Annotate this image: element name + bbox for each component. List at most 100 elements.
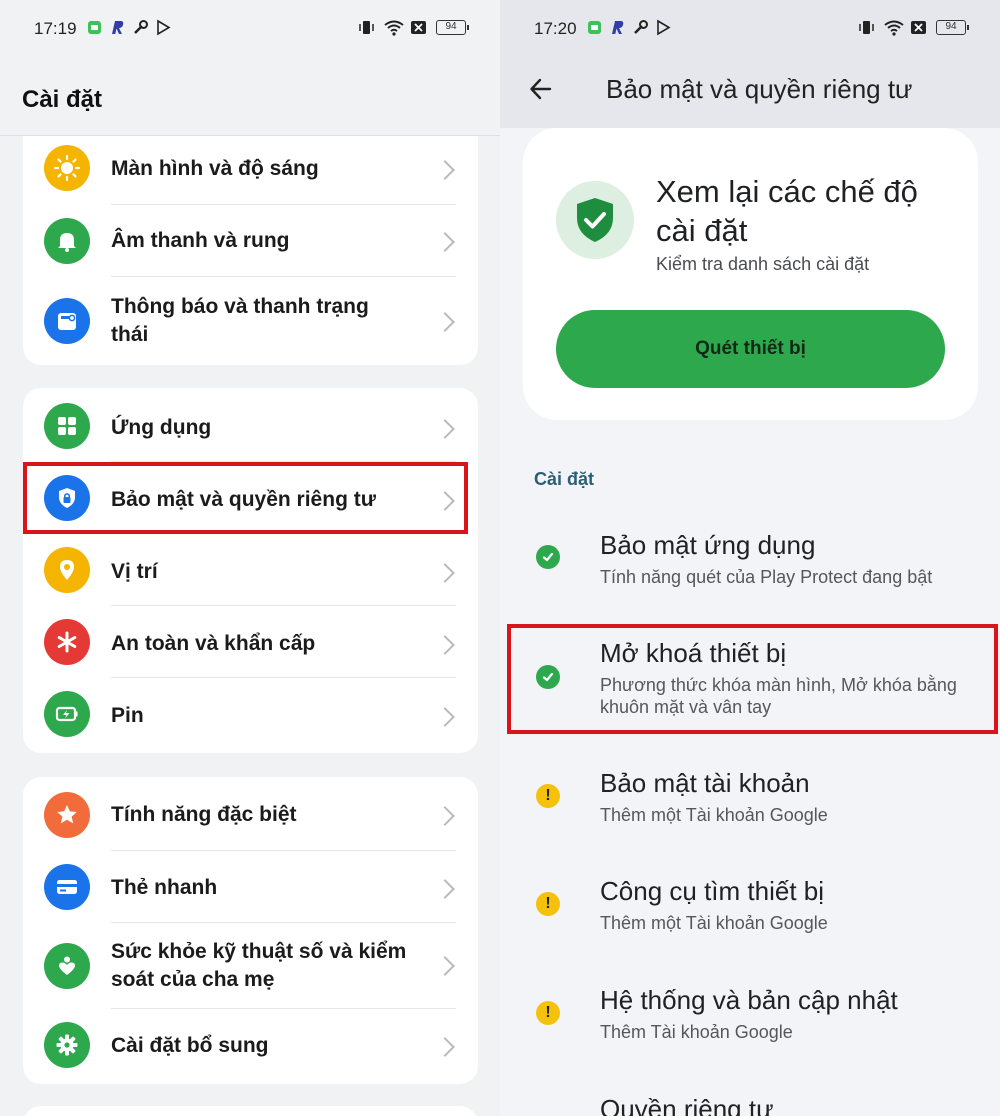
scan-device-button[interactable]: Quét thiết bị [556,310,945,388]
page-title: Cài đặt [22,86,103,113]
app-notification-icon [86,19,103,36]
highlight-box-device-unlock [507,624,998,734]
warning-icon: ! [536,1001,560,1025]
wifi-icon [884,19,904,36]
settings-screen: 17:19 94 Cài đặt Màn hình và độ sáng Âm … [0,0,500,1116]
status-time: 17:20 [534,19,577,38]
hero-title: Xem lại các chế độ cài đặt [656,174,918,248]
warning-icon: ! [536,784,560,808]
status-bar: 17:20 94 [500,0,1000,58]
check-item-title: Hệ thống và bản cập nhật [600,985,898,1015]
setting-item-label: Tính năng đặc biệt [111,803,297,826]
settings-group-3: Tính năng đặc biệt Thẻ nhanh Sức khỏe kỹ… [23,777,478,1084]
battery-icon [44,691,90,737]
notification-icon [44,298,90,344]
settings-group-4 [23,1106,478,1116]
security-privacy-screen: 17:20 94 Bảo mật và quyền riêng tư Xem l… [500,0,1000,1116]
setting-item-special-features[interactable]: Tính năng đặc biệt [23,777,478,851]
setting-item-label: Ứng dụng [111,416,212,439]
setting-item-label: Pin [111,704,144,727]
chevron-right-icon [435,232,455,252]
setting-item-label: Thẻ nhanh [111,876,218,899]
check-item-title: Bảo mật tài khoản [600,768,810,798]
check-item-subtitle: Thêm một Tài khoản Google [600,805,828,825]
setting-item-safety-emergency[interactable]: An toàn và khẩn cấp [23,606,478,678]
check-item-app-security[interactable]: Bảo mật ứng dụng Tính năng quét của Play… [500,520,1000,610]
setting-item-label: An toàn và khẩn cấp [111,632,316,655]
chevron-right-icon [435,1037,455,1057]
check-item-subtitle: Thêm một Tài khoản Google [600,913,828,933]
play-store-icon [655,19,672,36]
setting-item-notifications[interactable]: Thông báo và thanh trạng thái [23,277,478,365]
setting-item-label: Cài đặt bổ sung [111,1034,269,1057]
setting-item-quick-card[interactable]: Thẻ nhanh [23,851,478,923]
setting-item-label: Vị trí [111,560,158,583]
setting-item-sound[interactable]: Âm thanh và rung [23,205,478,277]
wifi-icon [384,19,404,36]
chevron-right-icon [435,635,455,655]
battery-indicator: 94 [936,20,969,35]
chevron-right-icon [435,312,455,332]
location-pin-icon [44,547,90,593]
play-store-icon [155,19,172,36]
setting-item-label: Âm thanh và rung [111,229,290,252]
check-circle-icon [536,545,560,569]
chevron-right-icon [435,806,455,826]
check-item-find-device[interactable]: ! Công cụ tìm thiết bị Thêm một Tài khoả… [500,868,1000,948]
check-item-title: Bảo mật ứng dụng [600,530,816,560]
status-bar: 17:19 94 [0,0,500,58]
setting-item-location[interactable]: Vị trí [23,534,478,606]
setting-item-apps[interactable]: Ứng dụng [23,390,478,462]
system-icons: 94 [858,19,969,36]
notification-icons [86,19,172,36]
battery-indicator: 94 [436,20,469,35]
section-header: Cài đặt [534,469,595,489]
check-item-account-security[interactable]: ! Bảo mật tài khoản Thêm một Tài khoản G… [500,760,1000,840]
card-icon [44,864,90,910]
setting-item-label: Màn hình và độ sáng [111,157,319,180]
setting-item-label: Thông báo và thanh trạng thái [111,295,369,346]
back-arrow-icon[interactable] [528,76,554,102]
wrench-icon [632,19,649,36]
chevron-right-icon [435,879,455,899]
chevron-right-icon [435,160,455,180]
system-icons: 94 [358,19,469,36]
security-review-card: Xem lại các chế độ cài đặt Kiểm tra danh… [523,128,978,420]
app-notification-icon [586,19,603,36]
r-app-icon [609,19,626,36]
check-item-privacy[interactable]: Quyền riêng tư [500,1086,1000,1116]
shield-check-icon [556,181,634,259]
check-item-title: Quyền riêng tư [600,1094,774,1116]
sun-icon [44,145,90,191]
status-time: 17:19 [34,19,77,38]
setting-item-battery[interactable]: Pin [23,678,478,750]
settings-group-2: Ứng dụng Bảo mật và quyền riêng tư Vị tr… [23,388,478,753]
setting-item-display[interactable]: Màn hình và độ sáng [23,136,478,205]
notification-icons [586,19,672,36]
setting-item-digital-wellbeing[interactable]: Sức khỏe kỹ thuật số và kiểm soát của ch… [23,923,478,1009]
asterisk-icon [44,619,90,665]
vibrate-icon [358,19,375,36]
settings-group-1: Màn hình và độ sáng Âm thanh và rung Thô… [23,136,478,365]
warning-icon: ! [536,892,560,916]
chevron-right-icon [435,707,455,727]
check-item-subtitle: Thêm Tài khoản Google [600,1022,793,1042]
vibrate-icon [858,19,875,36]
setting-item-label: Sức khỏe kỹ thuật số và kiểm soát của ch… [111,940,407,991]
check-item-subtitle: Tính năng quét của Play Protect đang bật [600,567,933,587]
hero-subtitle: Kiểm tra danh sách cài đặt [656,254,870,274]
chevron-right-icon [435,563,455,583]
chevron-right-icon [435,419,455,439]
r-app-icon [109,19,126,36]
setting-item-additional-settings[interactable]: Cài đặt bổ sung [23,1009,478,1081]
highlight-box-security [23,462,468,534]
page-title: Bảo mật và quyền riêng tư [606,74,913,104]
wrench-icon [132,19,149,36]
bell-icon [44,218,90,264]
chevron-right-icon [435,956,455,976]
heart-person-icon [44,943,90,989]
check-item-system-updates[interactable]: ! Hệ thống và bản cập nhật Thêm Tài khoả… [500,977,1000,1057]
check-item-title: Công cụ tìm thiết bị [600,876,824,906]
no-sim-icon [910,19,927,36]
gear-icon [44,1022,90,1068]
